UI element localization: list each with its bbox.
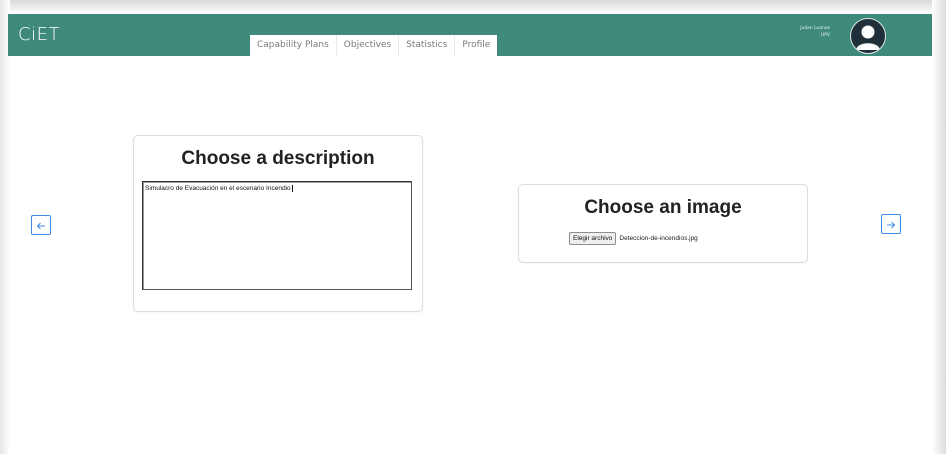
user-info: Julian Luanos UPV [768, 25, 830, 39]
tab-capability-plans[interactable]: Capability Plans [250, 35, 337, 56]
description-text: Simulacro de Evacuación en el escenario … [145, 185, 291, 193]
description-card: Choose a description Simulacro de Evacua… [133, 135, 423, 312]
app-brand[interactable]: CiET [18, 24, 60, 45]
user-org: UPV [820, 33, 830, 38]
main-tabs: Capability Plans Objectives Statistics P… [250, 35, 498, 56]
previous-button[interactable] [31, 215, 51, 235]
frame-shadow [0, 0, 10, 454]
selected-file-name: Deteccion-de-incendios.jpg [619, 235, 698, 242]
image-card-title: Choose an image [584, 197, 742, 218]
tab-objectives[interactable]: Objectives [336, 35, 400, 56]
tab-profile[interactable]: Profile [455, 35, 498, 56]
arrow-right-icon [886, 215, 896, 234]
file-input: Elegir archivo Deteccion-de-incendios.jp… [569, 232, 698, 245]
frame-shadow [0, 0, 946, 14]
frame-shadow [932, 0, 946, 454]
user-name: Julian Luanos [800, 26, 830, 31]
next-button[interactable] [881, 214, 901, 234]
user-avatar-icon[interactable] [850, 18, 886, 54]
choose-file-button[interactable]: Elegir archivo [569, 232, 617, 245]
tab-statistics[interactable]: Statistics [399, 35, 456, 56]
image-card: Choose an image Elegir archivo Deteccion… [518, 184, 808, 263]
description-textarea[interactable]: Simulacro de Evacuación en el escenario … [142, 181, 412, 290]
text-caret [291, 185, 293, 192]
top-navbar: CiET Capability Plans Objectives Statist… [8, 14, 932, 56]
arrow-left-icon [36, 216, 46, 235]
description-card-title: Choose a description [181, 148, 375, 169]
